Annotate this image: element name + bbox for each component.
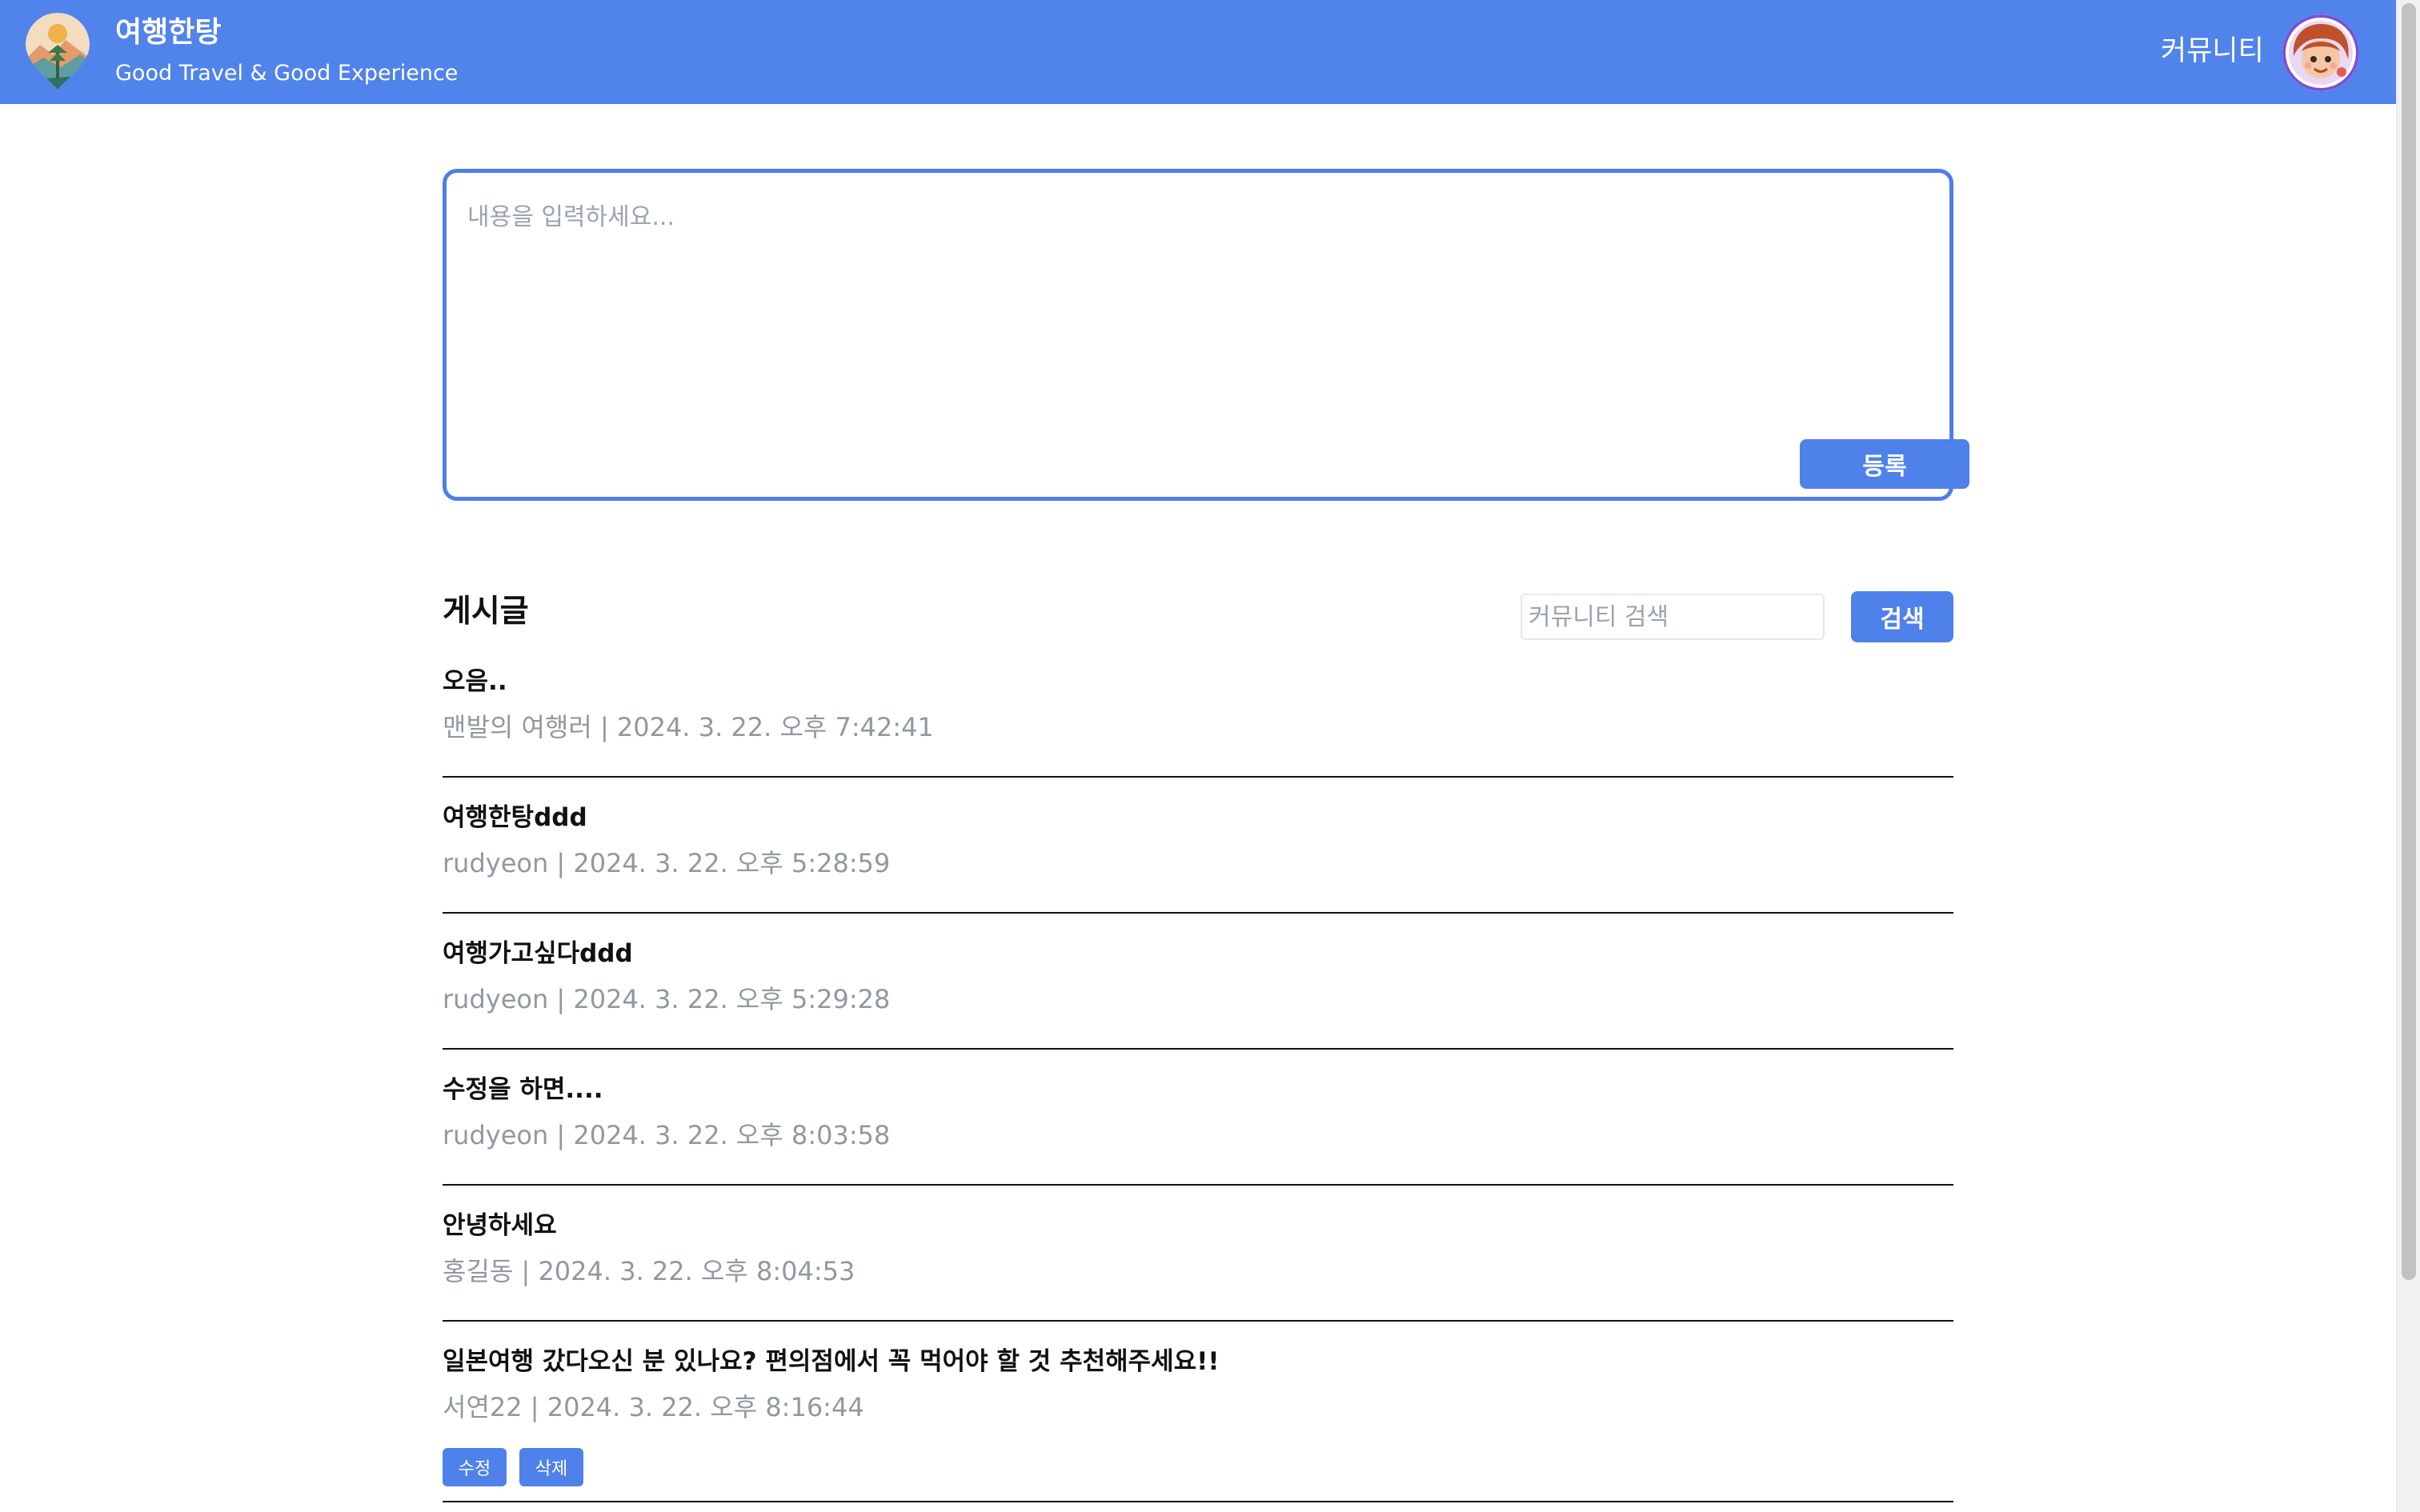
user-avatar[interactable] xyxy=(2282,14,2359,91)
page: 여행한탕 Good Travel & Good Experience 커뮤니티 … xyxy=(0,0,2420,1512)
post-divider xyxy=(443,1048,1953,1050)
page-scrollbar[interactable] xyxy=(2396,0,2420,1512)
post-divider xyxy=(443,1184,1953,1186)
post-meta: 홍길동 | 2024. 3. 22. 오후 8:04:53 xyxy=(443,1256,855,1286)
list-item[interactable]: 수정을 하면.... rudyeon | 2024. 3. 22. 오후 8:0… xyxy=(443,1074,1953,1186)
post-title[interactable]: 일본여행 갔다오신 분 있나요? 편의점에서 꼭 먹어야 할 것 추천해주세요!… xyxy=(443,1346,1219,1378)
search-button[interactable]: 검색 xyxy=(1851,591,1953,642)
list-item[interactable]: 여행가고싶다ddd rudyeon | 2024. 3. 22. 오후 5:29… xyxy=(443,938,1953,1050)
post-meta: rudyeon | 2024. 3. 22. 오후 5:29:28 xyxy=(443,984,891,1014)
delete-button[interactable]: 삭제 xyxy=(519,1448,583,1486)
post-divider xyxy=(443,1320,1953,1322)
travel-logo-icon[interactable] xyxy=(24,13,91,91)
compose-textarea[interactable] xyxy=(467,197,1924,357)
list-item[interactable]: 안녕하세요 홍길동 | 2024. 3. 22. 오후 8:04:53 xyxy=(443,1210,1953,1322)
post-actions: 수정 삭제 xyxy=(443,1448,683,1486)
list-item[interactable]: 오음.. 맨발의 여행러 | 2024. 3. 22. 오후 7:42:41 xyxy=(443,666,1953,778)
list-item[interactable]: 일본여행 갔다오신 분 있나요? 편의점에서 꼭 먹어야 할 것 추천해주세요!… xyxy=(443,1346,1953,1506)
compose-box: 등록 xyxy=(443,169,1969,501)
edit-button[interactable]: 수정 xyxy=(443,1448,507,1486)
post-divider xyxy=(443,776,1953,778)
post-title[interactable]: 여행한탕ddd xyxy=(443,802,587,834)
post-title[interactable]: 안녕하세요 xyxy=(443,1210,557,1242)
list-item[interactable]: 여행한탕ddd rudyeon | 2024. 3. 22. 오후 5:28:5… xyxy=(443,802,1953,914)
post-title[interactable]: 여행가고싶다ddd xyxy=(443,938,633,970)
post-divider xyxy=(443,1501,1953,1502)
post-meta: 맨발의 여행러 | 2024. 3. 22. 오후 7:42:41 xyxy=(443,712,934,742)
top-header: 여행한탕 Good Travel & Good Experience 커뮤니티 xyxy=(0,0,2396,104)
post-meta: rudyeon | 2024. 3. 22. 오후 5:28:59 xyxy=(443,848,891,878)
brand-title[interactable]: 여행한탕 xyxy=(115,14,221,51)
post-meta: rudyeon | 2024. 3. 22. 오후 8:03:58 xyxy=(443,1120,891,1150)
post-title[interactable]: 오음.. xyxy=(443,666,507,698)
posts-heading: 게시글 xyxy=(443,594,529,630)
brand-subtitle: Good Travel & Good Experience xyxy=(115,61,459,86)
post-meta: 서연22 | 2024. 3. 22. 오후 8:16:44 xyxy=(443,1392,864,1422)
post-title[interactable]: 수정을 하면.... xyxy=(443,1074,603,1106)
nav-community-link[interactable]: 커뮤니티 xyxy=(2161,32,2264,70)
post-divider xyxy=(443,912,1953,914)
scrollbar-thumb[interactable] xyxy=(2402,3,2416,1280)
community-search-input[interactable] xyxy=(1521,594,1825,640)
submit-button[interactable]: 등록 xyxy=(1800,439,1969,489)
